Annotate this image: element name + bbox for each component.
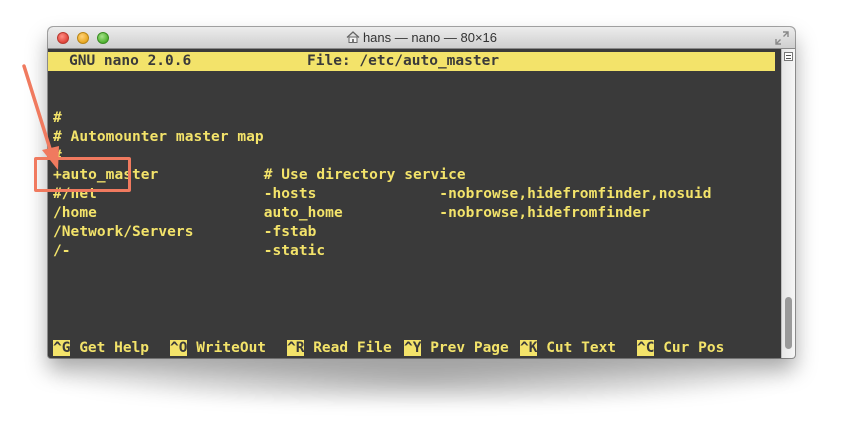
annotation-highlight-box	[34, 157, 131, 192]
shortcut-key: ^R	[287, 340, 305, 356]
editor-line[interactable]: #/net -hosts -nobrowse,hidefromfinder,no…	[53, 185, 711, 204]
shortcut-item: ^O WriteOut	[170, 339, 266, 358]
shortcut-key: ^C	[637, 340, 655, 356]
shortcut-key: ^K	[520, 340, 538, 356]
shortcut-gap	[187, 340, 196, 356]
shortcut-item: ^K Cut Text	[520, 339, 616, 358]
shortcut-key: ^Y	[404, 340, 422, 356]
nano-filename: File: /etc/auto_master	[307, 53, 500, 69]
title-bar[interactable]: hans — nano — 80×16	[48, 27, 795, 49]
nano-version: GNU nano 2.0.6	[69, 53, 192, 69]
editor-line[interactable]: /Network/Servers -fstab	[53, 223, 316, 242]
terminal-content[interactable]: GNU nano 2.0.6 File: /etc/auto_master # #…	[48, 49, 781, 358]
shortcut-item: ^C Cur Pos	[637, 339, 724, 358]
shortcut-label: Prev Page	[430, 340, 509, 356]
shortcut-label: Get Help	[79, 340, 150, 356]
shortcut-label: Cut Text	[546, 340, 617, 356]
terminal-window: hans — nano — 80×16 GNU nano 2.0.6 File:…	[48, 27, 795, 358]
vertical-scrollbar[interactable]	[781, 49, 795, 358]
window-title: hans — nano — 80×16	[48, 27, 795, 49]
shortcut-key: ^G	[53, 340, 71, 356]
fullscreen-icon[interactable]	[775, 31, 789, 45]
window-title-text: hans — nano — 80×16	[362, 30, 498, 45]
editor-line[interactable]: /home auto_home -nobrowse,hidefromfinder	[53, 204, 650, 223]
shortcut-label: Cur Pos	[663, 340, 725, 356]
nano-header: GNU nano 2.0.6 File: /etc/auto_master	[48, 52, 775, 71]
scrollbar-menu-icon[interactable]	[784, 52, 793, 61]
window-shadow	[50, 352, 792, 407]
scrollbar-thumb[interactable]	[785, 297, 792, 349]
editor-line[interactable]: # Automounter master map	[53, 128, 264, 147]
editor-line[interactable]: #	[53, 109, 62, 128]
shortcut-item: ^R Read File	[287, 339, 392, 358]
shortcut-key: ^O	[170, 340, 188, 356]
shortcut-gap	[304, 340, 313, 356]
shortcut-item: ^G Get Help	[53, 339, 149, 358]
shortcut-gap	[537, 340, 546, 356]
shortcut-label: WriteOut	[196, 340, 267, 356]
home-folder-icon	[346, 31, 360, 43]
shortcut-gap	[421, 340, 430, 356]
shortcut-item: ^Y Prev Page	[404, 339, 509, 358]
shortcut-gap	[70, 340, 79, 356]
editor-line[interactable]: /- -static	[53, 242, 325, 261]
shortcut-label: Read File	[313, 340, 392, 356]
shortcut-gap	[654, 340, 663, 356]
